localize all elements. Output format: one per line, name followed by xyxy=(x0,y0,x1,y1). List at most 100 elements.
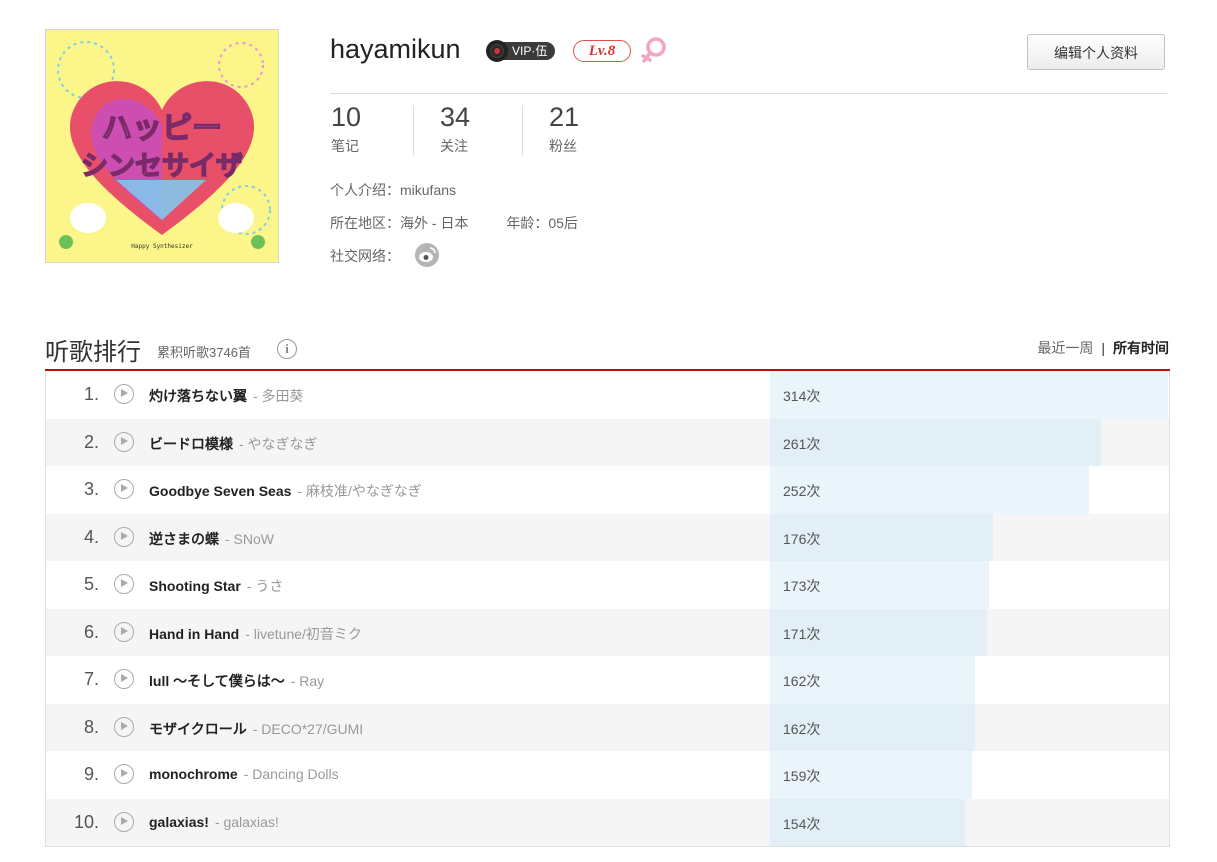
song-artist[interactable]: - うさ xyxy=(247,578,284,594)
ranking-row[interactable]: 9. monochrome - Dancing Dolls 159次 xyxy=(46,751,1169,799)
stat-notes[interactable]: 10 笔记 xyxy=(331,102,421,156)
play-icon[interactable] xyxy=(114,811,134,832)
intro-value: mikufans xyxy=(400,182,457,198)
play-count: 252次 xyxy=(783,483,821,499)
stat-fans[interactable]: 21 粉丝 xyxy=(549,102,639,156)
song-title[interactable]: Goodbye Seven Seas xyxy=(149,483,291,499)
song-title[interactable]: 逆さまの蝶 xyxy=(149,531,219,547)
ranking-list: 1. 灼け落ちない翼 - 多田葵 314次 2. ビードロ模様 - やなぎなぎ 261次 3. G… xyxy=(45,371,1170,847)
rank-index: 1. xyxy=(83,384,99,404)
rank-index: 8. xyxy=(83,716,99,737)
play-icon[interactable] xyxy=(114,479,134,499)
song-artist[interactable]: - やなぎなぎ xyxy=(239,436,318,452)
song-entry: Hand in Hand - livetune/初音ミク xyxy=(149,624,362,644)
play-icon[interactable] xyxy=(114,764,134,784)
song-artist[interactable]: - 多田葵 xyxy=(253,388,304,404)
social-label: 社交网络： xyxy=(330,248,400,264)
ranking-row[interactable]: 6. Hand in Hand - livetune/初音ミク 171次 xyxy=(46,608,1169,656)
avatar-caption: Happy Synthesizer xyxy=(131,243,193,250)
level-badge[interactable]: Lv.8 xyxy=(573,40,631,62)
play-icon[interactable] xyxy=(114,716,134,737)
song-artist[interactable]: - SNoW xyxy=(225,531,274,547)
song-title[interactable]: モザイクロール xyxy=(149,721,247,737)
age-label: 年龄： xyxy=(506,215,549,231)
ranking-row[interactable]: 3. Goodbye Seven Seas - 麻枝准/やなぎなぎ 252次 xyxy=(46,466,1169,514)
song-title[interactable]: lull ～そして僕らは～ xyxy=(149,673,285,689)
play-icon[interactable] xyxy=(114,621,134,642)
play-count: 162次 xyxy=(783,720,821,737)
song-artist[interactable]: - DECO*27/GUMI xyxy=(253,721,363,737)
song-title[interactable]: galaxias! xyxy=(149,814,209,830)
avatar-logo-text-2: シンセサイザ xyxy=(81,151,243,182)
song-title[interactable]: ビードロ模様 xyxy=(149,436,233,452)
song-entry: Goodbye Seven Seas - 麻枝准/やなぎなぎ xyxy=(149,481,422,501)
ranking-row[interactable]: 10. galaxias! - galaxias! 154次 xyxy=(46,798,1169,846)
song-artist[interactable]: - 麻枝准/やなぎなぎ xyxy=(297,483,421,499)
ranking-row[interactable]: 8. モザイクロール - DECO*27/GUMI 162次 xyxy=(46,703,1169,751)
region-value: 海外 - 日本 xyxy=(400,215,469,231)
play-count: 154次 xyxy=(783,815,821,832)
ranking-title: 听歌排行 xyxy=(45,339,141,366)
rank-index: 9. xyxy=(83,764,99,784)
stat-fans-count: 21 xyxy=(549,102,580,132)
period-switch: 最近一周 | 所有时间 xyxy=(1037,338,1169,358)
stat-divider xyxy=(413,106,414,156)
profile-region: 所在地区：海外 - 日本 年龄：05后 xyxy=(330,213,578,233)
rank-index: 4. xyxy=(83,526,99,547)
song-artist[interactable]: - livetune/初音ミク xyxy=(245,626,362,642)
header-divider xyxy=(330,93,1167,94)
stat-notes-count: 10 xyxy=(331,102,362,132)
ranking-row[interactable]: 2. ビードロ模様 - やなぎなぎ 261次 xyxy=(46,418,1169,466)
stat-divider xyxy=(522,106,523,156)
stat-following[interactable]: 34 关注 xyxy=(440,102,530,156)
weibo-icon[interactable] xyxy=(414,242,440,273)
info-icon[interactable]: i xyxy=(277,339,297,359)
ranking-row[interactable]: 4. 逆さまの蝶 - SNoW 176次 xyxy=(46,513,1169,561)
song-title[interactable]: Hand in Hand xyxy=(149,626,239,642)
play-count: 171次 xyxy=(783,625,821,642)
play-icon[interactable] xyxy=(114,384,134,404)
rank-index: 6. xyxy=(83,621,99,642)
song-title[interactable]: monochrome xyxy=(149,766,238,782)
play-count: 176次 xyxy=(783,530,821,547)
play-icon[interactable] xyxy=(114,526,134,547)
rank-index: 5. xyxy=(83,574,99,594)
stat-following-label: 关注 xyxy=(440,138,468,154)
user-avatar: ハッピー シンセサイザ Happy Synthesizer xyxy=(45,29,279,263)
song-title[interactable]: 灼け落ちない翼 xyxy=(149,388,247,404)
stat-notes-label: 笔记 xyxy=(331,138,359,154)
song-artist[interactable]: - Ray xyxy=(291,673,324,689)
play-count: 159次 xyxy=(783,768,821,784)
ranking-row[interactable]: 7. lull ～そして僕らは～ - Ray 162次 xyxy=(46,656,1169,704)
rank-index: 2. xyxy=(83,431,99,452)
song-entry: 逆さまの蝶 - SNoW xyxy=(149,529,274,549)
vip-label: VIP·伍 xyxy=(500,42,556,60)
stat-fans-label: 粉丝 xyxy=(549,138,577,154)
song-entry: ビードロ模様 - やなぎなぎ xyxy=(149,434,318,454)
vip-badge[interactable]: VIP·伍 xyxy=(486,40,562,62)
ranking-row[interactable]: 5. Shooting Star - うさ 173次 xyxy=(46,561,1169,609)
ranking-row[interactable]: 1. 灼け落ちない翼 - 多田葵 314次 xyxy=(46,371,1169,419)
play-icon[interactable] xyxy=(114,669,134,689)
song-entry: Shooting Star - うさ xyxy=(149,576,283,596)
song-artist[interactable]: - Dancing Dolls xyxy=(244,766,339,782)
play-icon[interactable] xyxy=(114,431,134,452)
song-title[interactable]: Shooting Star xyxy=(149,578,241,594)
song-artist[interactable]: - galaxias! xyxy=(215,814,279,830)
play-icon[interactable] xyxy=(114,574,134,594)
profile-social: 社交网络： xyxy=(330,246,400,266)
play-count: 261次 xyxy=(783,435,821,452)
song-entry: monochrome - Dancing Dolls xyxy=(149,766,339,782)
song-entry: 灼け落ちない翼 - 多田葵 xyxy=(149,386,304,406)
play-count-bar xyxy=(770,371,1168,419)
stat-following-count: 34 xyxy=(440,102,471,132)
rank-index: 10. xyxy=(73,811,99,832)
period-week-link[interactable]: 最近一周 xyxy=(1037,340,1093,356)
rank-index: 3. xyxy=(83,479,99,499)
play-count: 162次 xyxy=(783,673,821,689)
period-all-link[interactable]: 所有时间 xyxy=(1113,340,1169,356)
profile-intro: 个人介绍：mikufans xyxy=(330,180,456,200)
female-icon xyxy=(640,36,668,71)
edit-profile-button[interactable]: 编辑个人资料 xyxy=(1027,34,1165,70)
vinyl-disc-icon xyxy=(486,40,508,62)
